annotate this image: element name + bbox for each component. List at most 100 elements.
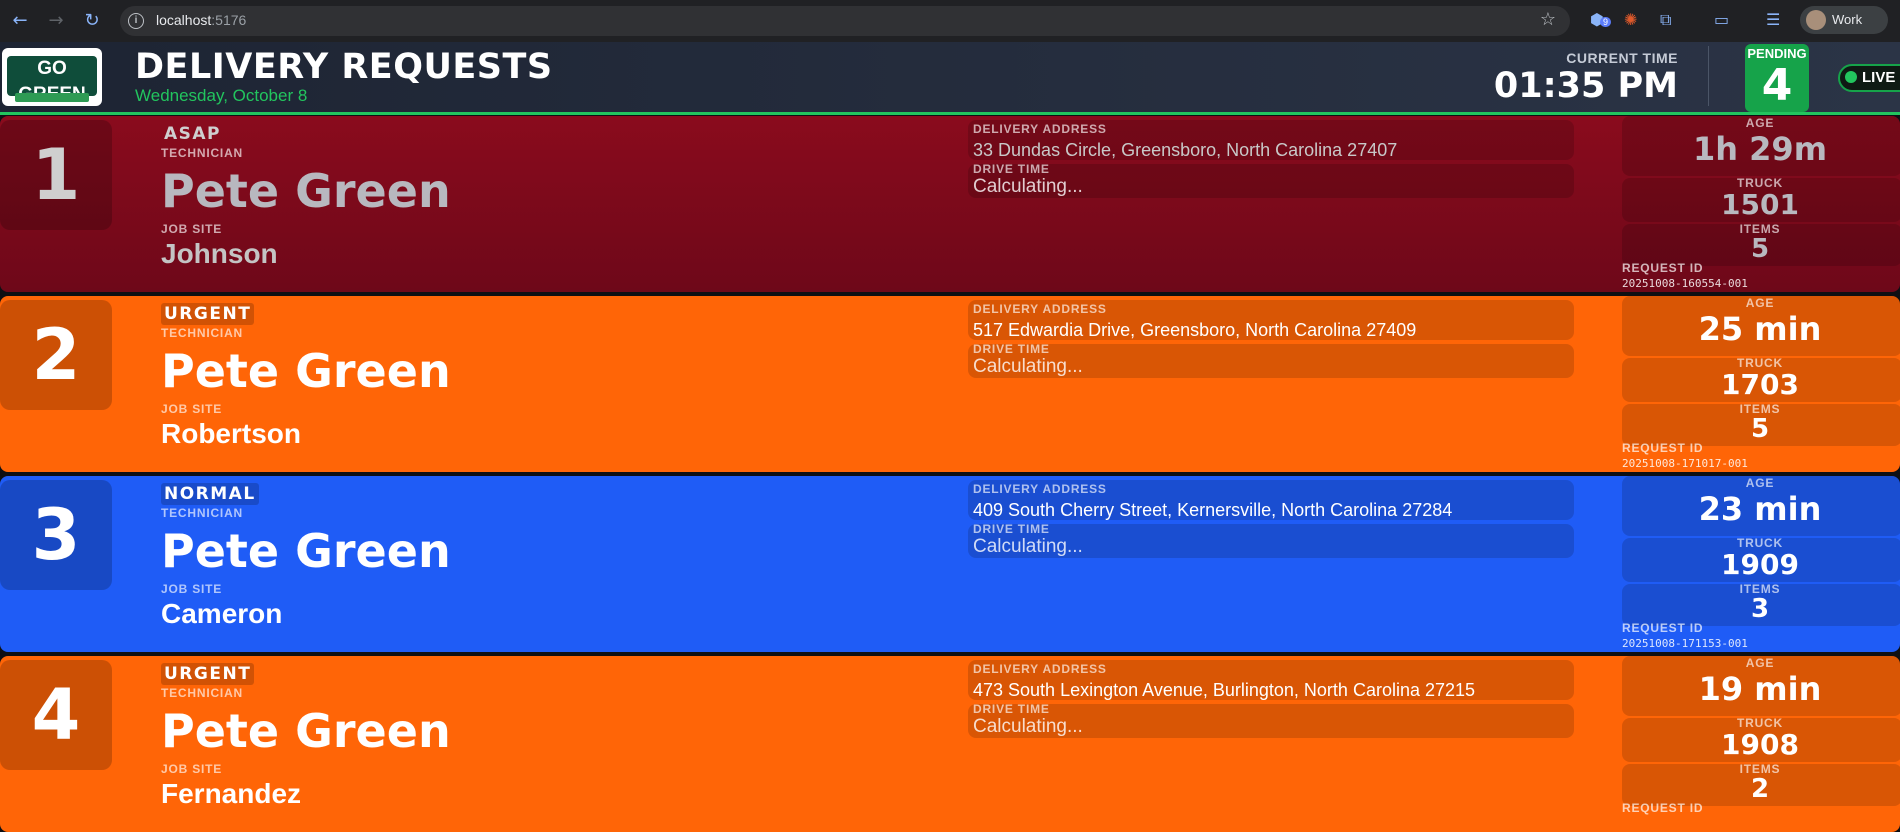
drive-time: Calculating... (973, 176, 1083, 197)
items-value: 2 (1750, 774, 1770, 804)
tab-search-icon[interactable]: ☰ (1766, 10, 1780, 29)
delivery-address-label: DELIVERY ADDRESS (973, 122, 1107, 136)
technician-label: TECHNICIAN (161, 506, 243, 520)
priority-badge: ASAP (164, 124, 222, 144)
delivery-address-label: DELIVERY ADDRESS (973, 302, 1107, 316)
truck-box: TRUCK 1908 (1622, 716, 1900, 762)
logo-strip (15, 93, 89, 102)
request-card: 4 URGENT TECHNICIAN Pete Green JOB SITE … (0, 656, 1900, 832)
truck-box: TRUCK 1703 (1622, 356, 1900, 402)
truck-value: 1908 (1721, 728, 1799, 761)
priority-badge: URGENT (161, 663, 255, 685)
items-value: 5 (1750, 414, 1770, 444)
items-box: ITEMS 5 (1622, 402, 1900, 446)
bookmark-star-icon[interactable]: ☆ (1540, 9, 1556, 30)
forward-icon[interactable]: → (44, 9, 68, 33)
current-time-label: CURRENT TIME (1566, 50, 1678, 66)
request-id: 20251008-171153-001 (1622, 637, 1748, 650)
drive-time-label: DRIVE TIME (973, 702, 1050, 716)
request-id-label: REQUEST ID (1622, 261, 1704, 275)
priority-badge: URGENT (161, 303, 255, 325)
drive-time-box: DRIVE TIME Calculating... (968, 342, 1574, 378)
queue-number: 1 (0, 120, 112, 230)
request-id-label: REQUEST ID (1622, 801, 1704, 815)
drive-time-box: DRIVE TIME Calculating... (968, 702, 1574, 738)
priority-badge: NORMAL (161, 483, 259, 505)
current-time: 01:35 PM (1493, 66, 1678, 106)
drive-time-label: DRIVE TIME (973, 162, 1050, 176)
delivery-address: 409 South Cherry Street, Kernersville, N… (973, 500, 1453, 520)
truck-value: 1703 (1721, 368, 1799, 401)
items-box: ITEMS 2 (1622, 762, 1900, 806)
drive-time-label: DRIVE TIME (973, 522, 1050, 536)
truck-value: 1501 (1721, 188, 1799, 221)
live-label: LIVE (1862, 69, 1896, 86)
queue-number: 2 (0, 300, 112, 410)
job-site-label: JOB SITE (161, 762, 223, 776)
job-site-label: JOB SITE (161, 402, 223, 416)
request-card: 2 URGENT TECHNICIAN Pete Green JOB SITE … (0, 296, 1900, 472)
delivery-address: 473 South Lexington Avenue, Burlington, … (973, 680, 1476, 700)
request-id-label: REQUEST ID (1622, 621, 1704, 635)
url-text: localhost:5176 (156, 12, 246, 28)
age-value: 25 min (1698, 310, 1822, 348)
delivery-address-label: DELIVERY ADDRESS (973, 662, 1107, 676)
items-value: 3 (1750, 594, 1770, 624)
truck-box: TRUCK 1501 (1622, 176, 1900, 222)
app-header: GO GREEN DELIVERY REQUESTS Wednesday, Oc… (0, 42, 1900, 115)
job-site-name: Fernandez (161, 778, 302, 809)
technician-name: Pete Green (161, 164, 451, 218)
cast-icon[interactable]: ▭ (1714, 10, 1729, 29)
delivery-address-box: DELIVERY ADDRESS 517 Edwardia Drive, Gre… (968, 300, 1574, 340)
delivery-address-label: DELIVERY ADDRESS (973, 482, 1107, 496)
puzzle-extensions-icon[interactable]: ⧉ (1660, 10, 1671, 30)
drive-time-label: DRIVE TIME (973, 342, 1050, 356)
job-site-name: Robertson (161, 418, 301, 449)
age-label: AGE (1745, 296, 1775, 310)
items-value: 5 (1750, 234, 1770, 264)
url-host: localhost (156, 12, 212, 28)
technician-label: TECHNICIAN (161, 326, 243, 340)
reload-icon[interactable]: ↻ (80, 9, 104, 33)
truck-box: TRUCK 1909 (1622, 536, 1900, 582)
live-dot-icon (1845, 71, 1857, 83)
truck-value: 1909 (1721, 548, 1799, 581)
site-info-icon[interactable]: i (128, 13, 144, 29)
job-site-name: Johnson (161, 238, 278, 269)
delivery-address: 517 Edwardia Drive, Greensboro, North Ca… (973, 320, 1417, 340)
avatar (1806, 10, 1826, 30)
age-label: AGE (1745, 656, 1775, 670)
age-value: 23 min (1698, 490, 1822, 528)
pending-label: PENDING (1747, 46, 1807, 61)
header-divider (1708, 46, 1709, 106)
age-box: AGE 19 min (1622, 656, 1900, 716)
delivery-address-box: DELIVERY ADDRESS 33 Dundas Circle, Green… (968, 120, 1574, 160)
age-box: AGE 1h 29m (1622, 116, 1900, 176)
age-box: AGE 25 min (1622, 296, 1900, 356)
pending-badge: PENDING 4 (1745, 44, 1809, 112)
age-value: 1h 29m (1692, 130, 1828, 168)
address-bar[interactable]: i localhost:5176 ☆ (120, 6, 1570, 36)
technician-label: TECHNICIAN (161, 686, 243, 700)
back-icon[interactable]: ← (8, 9, 32, 33)
age-label: AGE (1745, 476, 1775, 490)
job-site-label: JOB SITE (161, 582, 223, 596)
profile-button[interactable]: Work (1800, 6, 1888, 34)
technician-name: Pete Green (161, 344, 451, 398)
delivery-address-box: DELIVERY ADDRESS 473 South Lexington Ave… (968, 660, 1574, 700)
queue-number: 3 (0, 480, 112, 590)
technician-name: Pete Green (161, 524, 451, 578)
request-id: 20251008-171017-001 (1622, 457, 1748, 470)
pending-count: 4 (1761, 60, 1793, 111)
technician-label: TECHNICIAN (161, 146, 243, 160)
request-id: 20251008-160554-001 (1622, 277, 1748, 290)
drive-time: Calculating... (973, 536, 1083, 557)
sparkle-extension-icon[interactable]: ✺ (1624, 10, 1637, 29)
live-indicator: LIVE (1838, 64, 1900, 92)
browser-toolbar: ← → ↻ i localhost:5176 ☆ ⬢ 9 ✺ ⧉ ▭ ☰ Wor… (0, 0, 1900, 43)
profile-name: Work (1832, 12, 1863, 27)
drive-time-box: DRIVE TIME Calculating... (968, 522, 1574, 558)
delivery-address: 33 Dundas Circle, Greensboro, North Caro… (973, 140, 1398, 160)
drive-time-box: DRIVE TIME Calculating... (968, 162, 1574, 198)
age-label: AGE (1745, 116, 1775, 130)
